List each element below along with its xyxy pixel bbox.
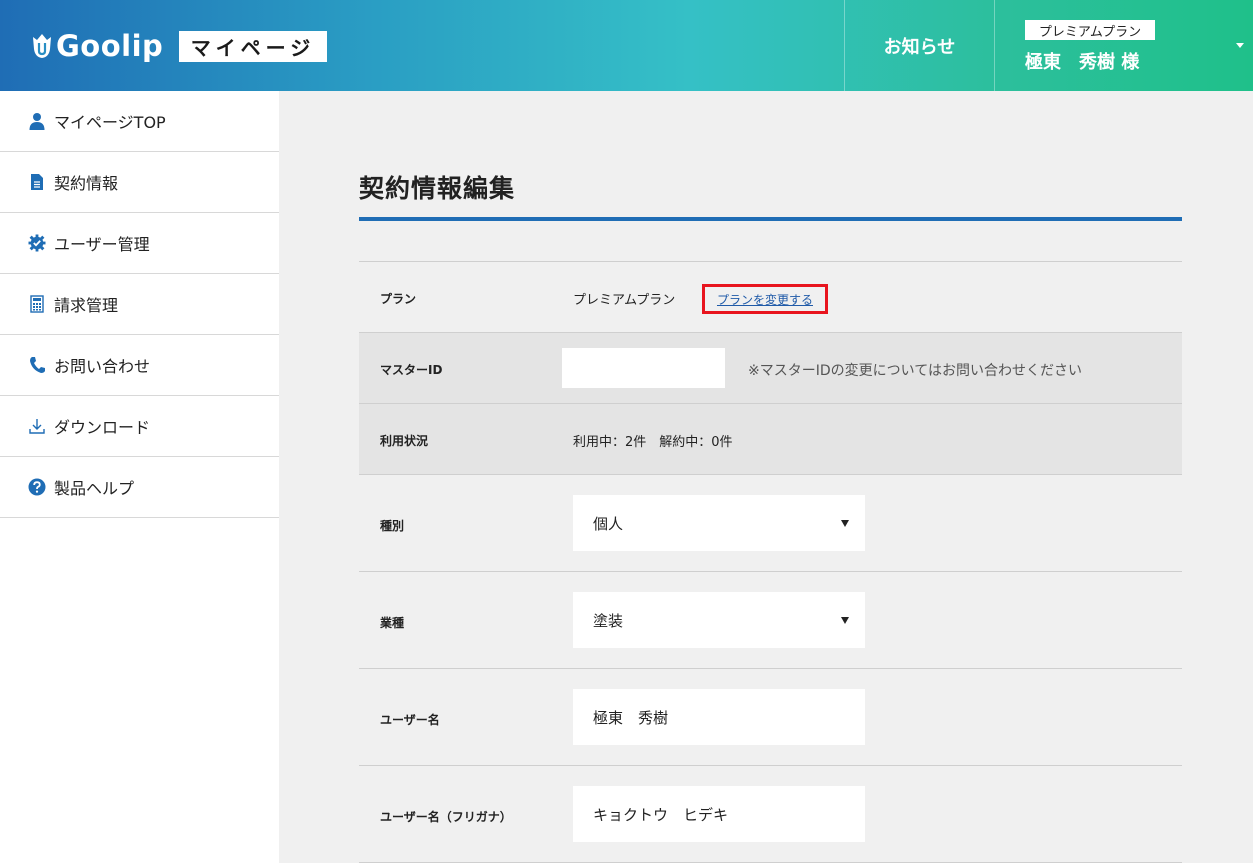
sidebar-item-label: ユーザー管理 bbox=[54, 235, 150, 254]
industry-select[interactable]: 塗装 bbox=[573, 592, 865, 648]
change-plan-link[interactable]: プランを変更する bbox=[702, 284, 828, 314]
sidebar-item-download[interactable]: ダウンロード bbox=[0, 396, 279, 457]
chevron-down-icon[interactable] bbox=[1236, 43, 1244, 48]
chevron-down-icon bbox=[841, 617, 849, 624]
contract-form: プラン プレミアムプラン プランを変更する マスターID ※マスターIDの変更に… bbox=[359, 261, 1182, 863]
form-row-industry: 業種 塗装 bbox=[359, 572, 1182, 669]
sidebar: マイページTOP 契約情報 ユーザー管理 請求管理 お問い合わせ ダウンロード … bbox=[0, 91, 279, 863]
form-row-master-id: マスターID ※マスターIDの変更についてはお問い合わせください bbox=[359, 333, 1182, 404]
tulip-logo-icon bbox=[30, 31, 54, 61]
sidebar-item-billing[interactable]: 請求管理 bbox=[0, 274, 279, 335]
phone-icon bbox=[28, 356, 46, 374]
industry-label: 業種 bbox=[380, 616, 405, 630]
chevron-down-icon bbox=[841, 520, 849, 527]
type-select[interactable]: 個人 bbox=[573, 495, 865, 551]
news-link[interactable]: お知らせ bbox=[844, 0, 995, 91]
sidebar-item-mypage-top[interactable]: マイページTOP bbox=[0, 91, 279, 152]
form-row-plan: プラン プレミアムプラン プランを変更する bbox=[359, 262, 1182, 333]
username-label: ユーザー名 bbox=[380, 713, 440, 727]
industry-select-value: 塗装 bbox=[593, 611, 624, 630]
master-id-label: マスターID bbox=[380, 363, 443, 377]
sidebar-item-label: 製品ヘルプ bbox=[54, 479, 135, 498]
title-divider bbox=[359, 217, 1182, 221]
user-menu[interactable]: プレミアムプラン 極東 秀樹 様 bbox=[995, 0, 1253, 91]
type-label: 種別 bbox=[380, 519, 405, 533]
sidebar-item-label: 契約情報 bbox=[54, 174, 119, 193]
form-row-username: ユーザー名 極東 秀樹 bbox=[359, 669, 1182, 766]
sidebar-item-help[interactable]: 製品ヘルプ bbox=[0, 457, 279, 518]
type-select-value: 個人 bbox=[593, 514, 624, 533]
gear-check-icon bbox=[28, 234, 46, 252]
username-kana-input-value: キョクトウ ヒデキ bbox=[593, 805, 729, 824]
download-icon bbox=[28, 417, 46, 435]
help-icon bbox=[28, 478, 46, 496]
calculator-icon bbox=[28, 295, 46, 313]
form-row-usage: 利用状況 利用中：2件 解約中：0件 bbox=[359, 404, 1182, 475]
plan-label: プラン bbox=[380, 292, 417, 306]
main-content: 契約情報編集 プラン プレミアムプラン プランを変更する マスターID ※マスタ… bbox=[279, 91, 1253, 863]
sidebar-item-user-management[interactable]: ユーザー管理 bbox=[0, 213, 279, 274]
master-id-note: ※マスターIDの変更についてはお問い合わせください bbox=[748, 363, 1082, 379]
top-header: Goolip マイページ お知らせ プレミアムプラン 極東 秀樹 様 bbox=[0, 0, 1253, 91]
username-input[interactable]: 極東 秀樹 bbox=[573, 689, 865, 745]
usage-value: 利用中：2件 解約中：0件 bbox=[573, 435, 733, 450]
document-icon bbox=[28, 173, 46, 191]
sidebar-item-contact[interactable]: お問い合わせ bbox=[0, 335, 279, 396]
user-icon bbox=[28, 112, 46, 130]
form-row-type: 種別 個人 bbox=[359, 475, 1182, 572]
form-row-username-kana: ユーザー名（フリガナ） キョクトウ ヒデキ bbox=[359, 766, 1182, 863]
user-name: 極東 秀樹 様 bbox=[1025, 52, 1140, 73]
logo[interactable]: Goolip bbox=[30, 28, 163, 64]
username-kana-input[interactable]: キョクトウ ヒデキ bbox=[573, 786, 865, 842]
plan-badge: プレミアムプラン bbox=[1025, 20, 1155, 40]
master-id-input[interactable] bbox=[562, 348, 725, 388]
sidebar-item-label: 請求管理 bbox=[54, 296, 119, 315]
username-kana-label: ユーザー名（フリガナ） bbox=[380, 810, 512, 824]
username-input-value: 極東 秀樹 bbox=[593, 708, 669, 727]
logo-text: Goolip bbox=[56, 29, 164, 63]
plan-value: プレミアムプラン bbox=[573, 293, 676, 308]
sidebar-item-label: ダウンロード bbox=[54, 418, 151, 437]
sidebar-item-label: マイページTOP bbox=[54, 113, 166, 132]
usage-label: 利用状況 bbox=[380, 434, 429, 448]
section-label: マイページ bbox=[179, 31, 327, 62]
sidebar-item-label: お問い合わせ bbox=[54, 357, 151, 376]
sidebar-item-contract[interactable]: 契約情報 bbox=[0, 152, 279, 213]
page-title: 契約情報編集 bbox=[359, 174, 516, 203]
